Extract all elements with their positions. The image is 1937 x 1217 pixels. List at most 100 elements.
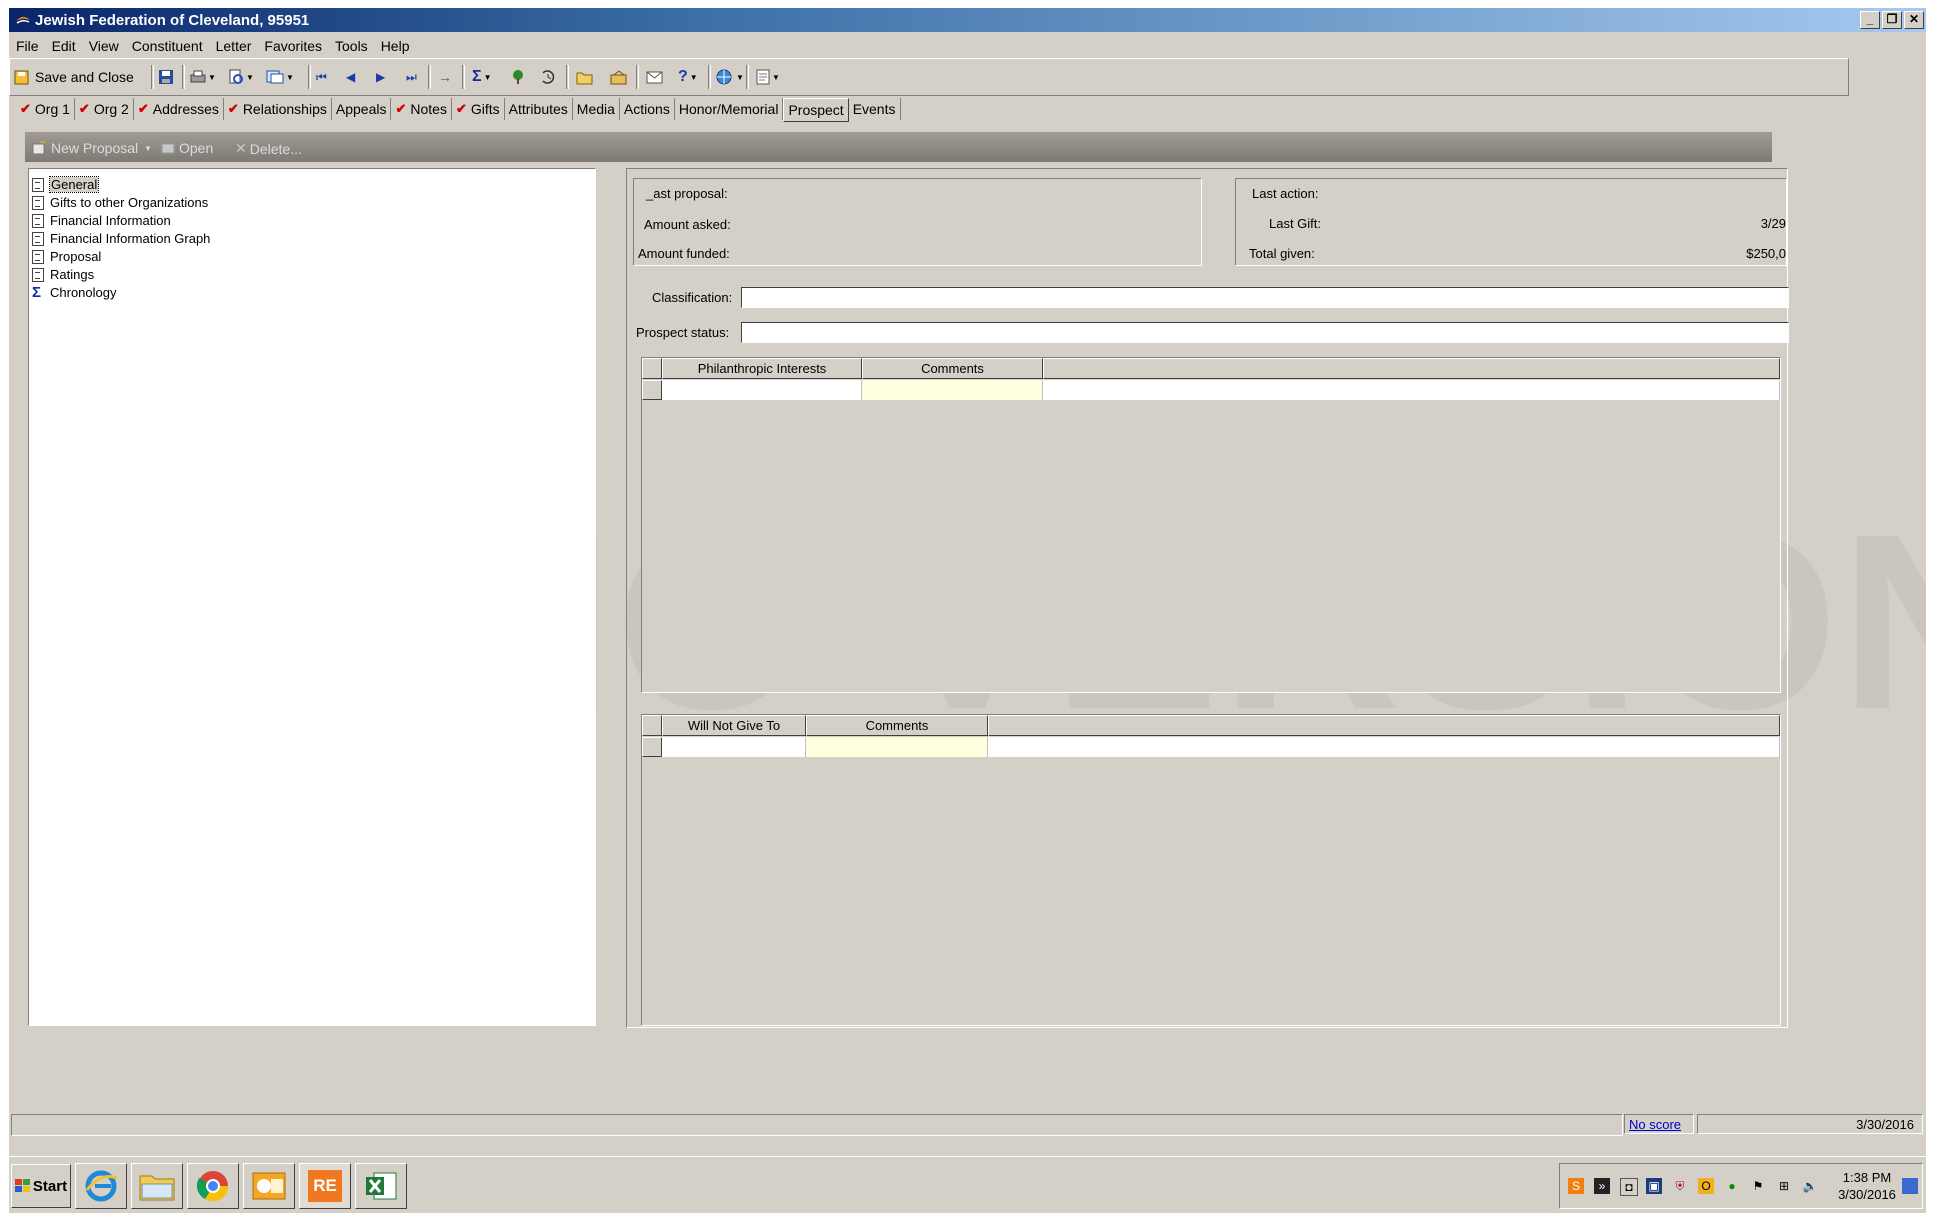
tree-view-button[interactable] — [510, 67, 526, 87]
document-icon — [32, 213, 44, 228]
taskbar-internet-explorer[interactable] — [75, 1163, 127, 1209]
s-app-icon[interactable]: S — [1568, 1178, 1584, 1194]
disk-save-button[interactable] — [158, 67, 174, 87]
sigma-icon: Σ — [32, 283, 42, 301]
classification-field[interactable] — [741, 287, 1789, 308]
volume-icon[interactable]: 🔈 — [1802, 1178, 1818, 1194]
network-icon[interactable]: ⊞ — [1776, 1178, 1792, 1194]
summary-button[interactable]: Σ ▼ — [472, 67, 492, 87]
menu-edit[interactable]: Edit — [45, 34, 82, 56]
menu-help[interactable]: Help — [374, 34, 416, 56]
traffic-light-icon[interactable]: ● — [1724, 1178, 1740, 1194]
tab-appeals[interactable]: Appeals — [332, 98, 392, 120]
start-button[interactable]: Start — [11, 1164, 71, 1208]
menu-favorites[interactable]: Favorites — [257, 34, 328, 56]
comments-header[interactable]: Comments — [862, 358, 1043, 379]
tab-notes[interactable]: ✔ Notes — [391, 98, 452, 120]
classification-label: Classification: — [652, 290, 733, 305]
save-icon — [14, 70, 29, 84]
taskbar-outlook[interactable] — [243, 1163, 295, 1209]
tree-item-proposal[interactable]: Proposal — [32, 249, 101, 264]
comments-cell[interactable] — [806, 737, 988, 757]
print-button[interactable]: ▼ — [190, 67, 216, 87]
tree-item-financial-information[interactable]: Financial Information — [32, 213, 171, 228]
proposal-summary-box: _ast proposal: Amount asked: Amount fund… — [633, 178, 1202, 266]
tab-actions[interactable]: Actions — [620, 98, 675, 120]
tab-org-2[interactable]: ✔ Org 2 — [75, 98, 134, 120]
menu-file[interactable]: File — [9, 34, 45, 56]
tab-gifts[interactable]: ✔ Gifts — [452, 98, 505, 120]
tree-item-financial-graph[interactable]: Financial Information Graph — [32, 231, 210, 246]
o-app-icon[interactable]: O — [1698, 1178, 1714, 1194]
minimize-button[interactable]: _ — [1860, 11, 1880, 29]
tab-media[interactable]: Media — [573, 98, 620, 120]
restore-button[interactable]: ❐ — [1882, 11, 1902, 29]
tree-item-general[interactable]: General — [32, 176, 100, 193]
tab-events[interactable]: Events — [849, 98, 901, 120]
row-selector[interactable] — [642, 380, 662, 400]
tab-addresses[interactable]: ✔ Addresses — [134, 98, 224, 120]
philanthropic-interests-header[interactable]: Philanthropic Interests — [662, 358, 862, 379]
menu-tools[interactable]: Tools — [328, 34, 374, 56]
will-not-give-to-cell[interactable] — [662, 737, 806, 757]
menu-letter[interactable]: Letter — [209, 34, 258, 56]
taskbar-file-explorer[interactable] — [131, 1163, 183, 1209]
menu-view[interactable]: View — [82, 34, 125, 56]
terminal-icon[interactable]: » — [1594, 1178, 1610, 1194]
mail-merge-button[interactable]: ▼ — [266, 67, 294, 87]
tab-honor-memorial[interactable]: Honor/Memorial — [675, 98, 784, 120]
preview-button[interactable]: ▼ — [228, 67, 254, 87]
taskbar-raisers-edge[interactable]: RE — [299, 1163, 351, 1209]
empty-cell — [988, 737, 1780, 757]
tab-prospect[interactable]: Prospect — [783, 98, 849, 122]
notes-button[interactable]: ▼ — [756, 67, 780, 87]
tab-org-1[interactable]: ✔ Org 1 — [16, 98, 75, 120]
folder-button[interactable] — [576, 67, 593, 87]
empty-cell — [1043, 380, 1780, 400]
help-button[interactable]: ? ▼ — [678, 67, 698, 87]
email-button[interactable] — [646, 67, 663, 87]
gift-summary-box: Last action: Last Gift: 3/29 Total given… — [1235, 178, 1787, 266]
prospect-action-bar: New Proposal ▼ Open ✕ Delete... — [25, 132, 1772, 162]
will-not-give-to-header[interactable]: Will Not Give To — [662, 715, 806, 736]
wizard-button[interactable] — [610, 67, 627, 87]
tab-relationships[interactable]: ✔ Relationships — [224, 98, 332, 120]
score-pane: No score — [1624, 1114, 1694, 1134]
tree-item-chronology[interactable]: Σ Chronology — [32, 283, 117, 301]
tree-item-ratings[interactable]: Ratings — [32, 267, 94, 282]
clock[interactable]: 1:38 PM 3/30/2016 — [1832, 1169, 1902, 1203]
taskbar: Start RE S » ◘ ▣ ⛨ O ● ⚑ ⊞ � — [9, 1156, 1926, 1213]
monitor-icon[interactable]: ▣ — [1646, 1178, 1662, 1194]
row-selector[interactable] — [642, 737, 662, 757]
new-proposal-icon — [32, 141, 46, 155]
first-record-button[interactable]: ⏮ — [316, 67, 327, 87]
tree-item-gifts-other-orgs[interactable]: Gifts to other Organizations — [32, 195, 208, 210]
open-button[interactable]: Open — [161, 140, 213, 156]
shield-icon[interactable]: ⛨ — [1672, 1178, 1688, 1194]
taskbar-excel[interactable] — [355, 1163, 407, 1209]
tree-icon — [513, 70, 523, 84]
prospect-status-field[interactable] — [741, 322, 1789, 343]
close-button[interactable]: ✕ — [1904, 11, 1924, 29]
comments-header[interactable]: Comments — [806, 715, 988, 736]
taskbar-chrome[interactable] — [187, 1163, 239, 1209]
previous-record-button[interactable]: ◀ — [346, 67, 355, 87]
history-button[interactable] — [540, 67, 556, 87]
no-score-link[interactable]: No score — [1629, 1117, 1681, 1132]
wizard-icon — [610, 69, 627, 84]
flag-icon[interactable]: ⚑ — [1750, 1178, 1766, 1194]
web-button[interactable]: ▼ — [716, 67, 744, 87]
tab-attributes[interactable]: Attributes — [505, 98, 573, 120]
raisers-edge-icon: RE — [308, 1170, 342, 1202]
new-proposal-button[interactable]: New Proposal ▼ — [31, 140, 152, 156]
camera-icon[interactable]: ◘ — [1620, 1178, 1638, 1196]
next-record-button[interactable]: ▶ — [376, 67, 385, 87]
goto-button[interactable]: → — [438, 67, 452, 87]
menu-constituent[interactable]: Constituent — [125, 34, 209, 56]
show-desktop-icon[interactable] — [1902, 1178, 1918, 1194]
comments-cell[interactable] — [862, 380, 1043, 400]
delete-button[interactable]: ✕ Delete... — [235, 140, 302, 157]
last-record-button[interactable]: ⏭ — [406, 67, 417, 87]
save-and-close-button[interactable]: Save and Close — [14, 67, 134, 87]
philanthropic-interest-cell[interactable] — [662, 380, 862, 400]
